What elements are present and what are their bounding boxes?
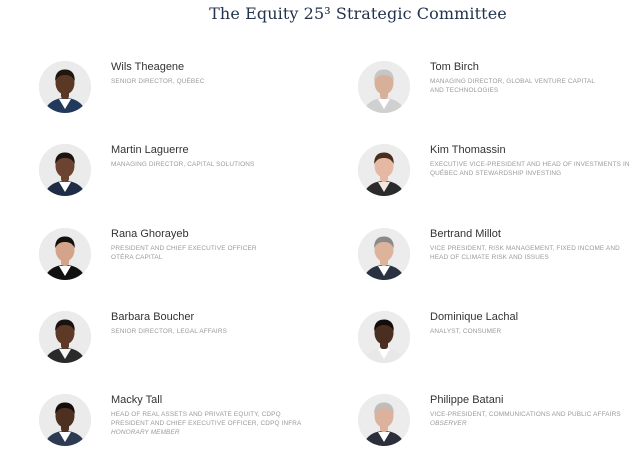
member-name: Barbara Boucher — [111, 311, 195, 323]
member-info: Martin Laguerre MANAGING DIRECTOR, CAPITA… — [111, 144, 326, 169]
committee-page: The Equity 25³ Strategic Committee Wils … — [0, 0, 639, 454]
member-info: Rana Ghorayeb PRESIDENT AND CHIEF EXECUTI… — [111, 228, 326, 262]
person-portrait-icon — [39, 228, 91, 280]
member-name: Tom Birch — [430, 61, 479, 73]
member-card: Tom Birch MANAGING DIRECTOR, GLOBAL VENTU… — [358, 61, 639, 131]
member-card: Dominique Lachal ANALYST, CONSUMER — [358, 311, 639, 381]
member-role-line: HEAD OF REAL ASSETS AND PRIVATE EQUITY, … — [111, 411, 281, 418]
person-portrait-icon — [358, 311, 410, 363]
member-name: Wils Theagene — [111, 61, 185, 73]
member-card: Kim Thomassin EXECUTIVE VICE-PRESIDENT AN… — [358, 144, 639, 214]
member-name: Philippe Batani — [430, 394, 504, 406]
member-role-line: SENIOR DIRECTOR, LEGAL AFFAIRS — [111, 328, 228, 335]
member-grid: Wils Theagene SENIOR DIRECTOR, QUÉBEC Tom … — [0, 0, 639, 454]
member-role-line: QUÉBEC AND STEWARDSHIP INVESTING — [430, 170, 562, 177]
member-card: Bertrand Millot VICE PRESIDENT, RISK MANA… — [358, 228, 639, 298]
member-card: Martin Laguerre MANAGING DIRECTOR, CAPITA… — [39, 144, 339, 214]
member-role-line: PRESIDENT AND CHIEF EXECUTIVE OFFICER — [111, 245, 257, 252]
member-role: MANAGING DIRECTOR, GLOBAL VENTURE CAPITA… — [430, 77, 639, 95]
member-role: VICE PRESIDENT, RISK MANAGEMENT, FIXED I… — [430, 244, 639, 262]
member-role-line: SENIOR DIRECTOR, QUÉBEC — [111, 78, 205, 85]
person-portrait-icon — [358, 61, 410, 113]
person-portrait-icon — [39, 394, 91, 446]
member-role: EXECUTIVE VICE-PRESIDENT AND HEAD OF INV… — [430, 160, 639, 178]
member-role-line: EXECUTIVE VICE-PRESIDENT AND HEAD OF INV… — [430, 161, 630, 168]
member-role: HEAD OF REAL ASSETS AND PRIVATE EQUITY, … — [111, 410, 326, 437]
member-name: Kim Thomassin — [430, 144, 506, 156]
member-info: Dominique Lachal ANALYST, CONSUMER — [430, 311, 639, 336]
person-portrait-icon — [358, 144, 410, 196]
member-name: Dominique Lachal — [430, 311, 519, 323]
member-role: ANALYST, CONSUMER — [430, 327, 639, 336]
member-info: Philippe Batani VICE-PRESIDENT, COMMUNICA… — [430, 394, 639, 428]
member-role-line: AND TECHNOLOGIES — [430, 87, 499, 94]
member-role: VICE-PRESIDENT, COMMUNICATIONS AND PUBLI… — [430, 410, 639, 428]
member-role-line: VICE PRESIDENT, RISK MANAGEMENT, FIXED I… — [430, 245, 620, 252]
member-info: Barbara Boucher SENIOR DIRECTOR, LEGAL AF… — [111, 311, 326, 336]
person-portrait-icon — [358, 228, 410, 280]
member-role: MANAGING DIRECTOR, CAPITAL SOLUTIONS — [111, 160, 326, 169]
member-role: SENIOR DIRECTOR, LEGAL AFFAIRS — [111, 327, 326, 336]
member-note: HONORARY MEMBER — [111, 429, 180, 436]
member-name: Rana Ghorayeb — [111, 228, 189, 240]
member-card: Macky Tall HEAD OF REAL ASSETS AND PRIVAT… — [39, 394, 339, 454]
person-portrait-icon — [358, 394, 410, 446]
member-role-line: ANALYST, CONSUMER — [430, 328, 502, 335]
member-info: Kim Thomassin EXECUTIVE VICE-PRESIDENT AN… — [430, 144, 639, 178]
member-card: Barbara Boucher SENIOR DIRECTOR, LEGAL AF… — [39, 311, 339, 381]
member-info: Wils Theagene SENIOR DIRECTOR, QUÉBEC — [111, 61, 326, 86]
member-role: SENIOR DIRECTOR, QUÉBEC — [111, 77, 326, 86]
member-role-line: HEAD OF CLIMATE RISK AND ISSUES — [430, 254, 549, 261]
person-portrait-icon — [39, 144, 91, 196]
member-role-line: MANAGING DIRECTOR, CAPITAL SOLUTIONS — [111, 161, 255, 168]
member-name: Macky Tall — [111, 394, 163, 406]
member-role-line: PRESIDENT AND CHIEF EXECUTIVE OFFICER, C… — [111, 420, 302, 427]
member-info: Tom Birch MANAGING DIRECTOR, GLOBAL VENTU… — [430, 61, 639, 95]
member-role-line: VICE-PRESIDENT, COMMUNICATIONS AND PUBLI… — [430, 411, 621, 418]
member-role-line: MANAGING DIRECTOR, GLOBAL VENTURE CAPITA… — [430, 78, 596, 85]
member-name: Martin Laguerre — [111, 144, 189, 156]
member-role: PRESIDENT AND CHIEF EXECUTIVE OFFICER OTÉ… — [111, 244, 326, 262]
member-card: Wils Theagene SENIOR DIRECTOR, QUÉBEC — [39, 61, 339, 131]
member-info: Macky Tall HEAD OF REAL ASSETS AND PRIVAT… — [111, 394, 326, 437]
member-role-line: OTÉRA CAPITAL — [111, 254, 163, 261]
person-portrait-icon — [39, 311, 91, 363]
member-info: Bertrand Millot VICE PRESIDENT, RISK MANA… — [430, 228, 639, 262]
person-portrait-icon — [39, 61, 91, 113]
member-card: Rana Ghorayeb PRESIDENT AND CHIEF EXECUTI… — [39, 228, 339, 298]
member-note: OBSERVER — [430, 420, 467, 427]
member-name: Bertrand Millot — [430, 228, 501, 240]
member-card: Philippe Batani VICE-PRESIDENT, COMMUNICA… — [358, 394, 639, 454]
